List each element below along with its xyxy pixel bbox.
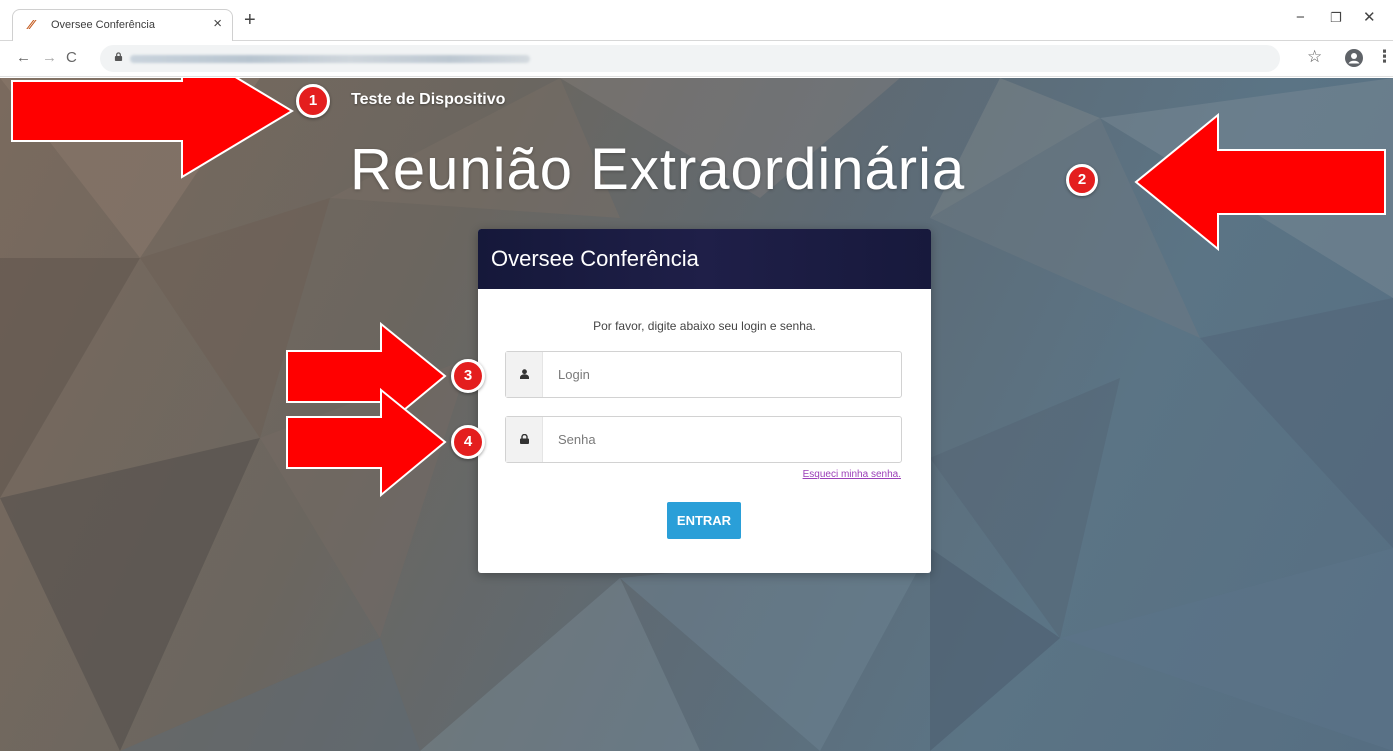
page-viewport: Teste de Dispositivo Reunião Extraordiná… (0, 78, 1393, 751)
annotation-badge-4: 4 (451, 425, 485, 459)
login-card: Oversee Conferência Por favor, digite ab… (478, 229, 931, 573)
tab-title: Oversee Conferência (51, 19, 155, 31)
profile-avatar-icon[interactable] (1345, 49, 1363, 67)
back-button[interactable]: ← (16, 49, 31, 67)
forward-button[interactable]: → (42, 49, 57, 67)
lock-icon (114, 52, 123, 61)
annotation-badge-2: 2 (1066, 164, 1098, 196)
browser-tab[interactable]: ⁄⁄ Oversee Conferência × (12, 9, 233, 41)
login-card-header: Oversee Conferência (478, 229, 931, 289)
login-field (505, 351, 902, 398)
forgot-password-link[interactable]: Esqueci minha senha. (791, 469, 901, 480)
login-card-title: Oversee Conferência (491, 246, 699, 271)
browser-toolbar: ← → C ☆ ⋮ (0, 41, 1393, 77)
annotation-badge-3: 3 (451, 359, 485, 393)
close-tab-icon[interactable]: × (213, 15, 222, 33)
login-submit-button[interactable]: ENTRAR (667, 502, 741, 539)
password-field (505, 416, 902, 463)
bookmark-star-icon[interactable]: ☆ (1307, 48, 1322, 66)
browser-tab-strip: ⁄⁄ Oversee Conferência × + − ❐ ✕ (0, 0, 1393, 41)
minimize-window-button[interactable]: − (1296, 9, 1305, 27)
header-title: Teste de Dispositivo (351, 91, 506, 108)
lock-icon (520, 434, 529, 444)
address-bar[interactable] (100, 45, 1280, 72)
login-input[interactable] (544, 352, 901, 397)
browser-menu-icon[interactable]: ⋮ (1376, 47, 1393, 67)
maximize-window-button[interactable]: ❐ (1330, 9, 1342, 27)
password-input[interactable] (544, 417, 901, 462)
password-field-addon (506, 417, 543, 462)
user-icon (520, 369, 529, 379)
login-field-addon (506, 352, 543, 397)
blurred-url (130, 55, 530, 63)
close-window-button[interactable]: ✕ (1363, 9, 1376, 27)
new-tab-button[interactable]: + (244, 10, 256, 30)
login-instructions: Por favor, digite abaixo seu login e sen… (593, 319, 816, 333)
reload-button[interactable]: C (66, 49, 77, 67)
oversee-logo-icon: ⁄⁄ (29, 17, 34, 32)
page-title: Reunião Extraordinária (350, 137, 966, 202)
annotation-badge-1: 1 (296, 84, 330, 118)
